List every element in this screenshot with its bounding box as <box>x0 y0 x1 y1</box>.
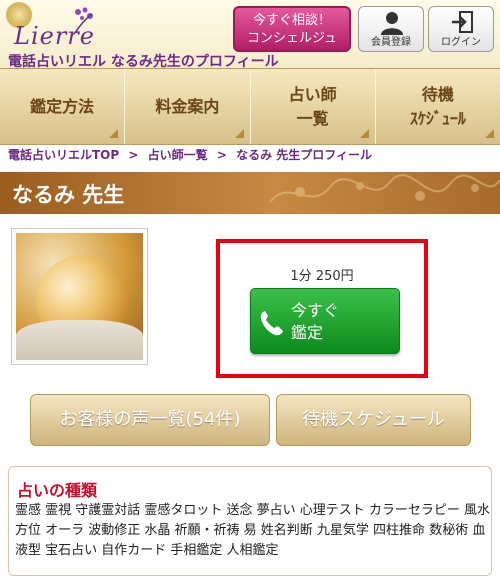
price-per-minute: 1分 250円 <box>290 269 354 284</box>
crystal-ball-image <box>16 233 143 360</box>
schedule-button[interactable]: 待機スケジュール <box>276 394 471 446</box>
corner-arrow-icon <box>359 129 369 138</box>
register-button[interactable]: 会員登録 <box>358 6 424 52</box>
reviews-button[interactable]: お客様の声一覧(54件) <box>30 394 270 446</box>
register-label: 会員登録 <box>371 37 411 48</box>
nav-item-fortune-tellers[interactable]: 占い師 一覧 <box>251 69 376 144</box>
phone-icon <box>260 311 283 336</box>
breadcrumb-separator: > <box>128 148 139 162</box>
call-highlight-box: 1分 250円 今すぐ 鑑定 <box>216 239 428 378</box>
nav-item-method[interactable]: 鑑定方法 <box>0 69 126 144</box>
nav-item-schedule[interactable]: 待機 ｽｹｼﾞｭｰﾙ <box>376 69 500 144</box>
call-now-label: 今すぐ 鑑定 <box>291 301 340 342</box>
fortune-types-list: 霊感 霊視 守護霊対話 霊感タロット 送念 夢占い 心理テスト カラーセラピー … <box>15 503 491 558</box>
corner-arrow-icon <box>109 129 119 138</box>
login-label: ログイン <box>441 37 481 48</box>
concierge-consult-button[interactable]: 今すぐ相談！ コンシェルジュ <box>233 6 351 52</box>
site-header: Lierre 電話占いリエル なるみ先生のプロフィール 今すぐ相談！ コンシェル… <box>0 0 500 70</box>
floral-pattern-icon <box>269 174 500 203</box>
main-nav: 鑑定方法 料金案内 占い師 一覧 待機 ｽｹｼﾞｭｰﾙ <box>0 68 500 145</box>
login-button[interactable]: ログイン <box>428 6 494 52</box>
corner-arrow-icon <box>234 129 244 138</box>
nav-item-pricing[interactable]: 料金案内 <box>125 69 251 144</box>
fortune-teller-name: なるみ 先生 <box>12 183 125 207</box>
cloth <box>16 320 143 360</box>
nav-label: 鑑定方法 <box>30 96 95 116</box>
breadcrumb: 電話占いリエルTOP > 占い師一覧 > なるみ 先生プロフィール <box>8 146 372 163</box>
breadcrumb-current[interactable]: なるみ 先生プロフィール <box>236 148 372 162</box>
profile-photo <box>11 228 148 365</box>
flower-decoration-icon <box>73 7 93 35</box>
consult-line-1: 今すぐ相談！ <box>252 13 331 28</box>
corner-arrow-icon <box>485 129 494 138</box>
nav-label: 待機 ｽｹｼﾞｭｰﾙ <box>409 84 466 128</box>
fortune-types-title: 占いの種類 <box>17 481 98 500</box>
breadcrumb-link-top[interactable]: 電話占いリエルTOP <box>8 148 119 162</box>
breadcrumb-link-list[interactable]: 占い師一覧 <box>148 148 208 162</box>
nav-label: 料金案内 <box>155 96 220 116</box>
nav-label: 占い師 一覧 <box>288 84 337 128</box>
profile-name-banner: なるみ 先生 <box>0 172 500 214</box>
breadcrumb-separator: > <box>216 148 227 162</box>
fortune-types-panel: 占いの種類 霊感 霊視 守護霊対話 霊感タロット 送念 夢占い 心理テスト カラ… <box>8 466 492 576</box>
call-now-button[interactable]: 今すぐ 鑑定 <box>250 288 400 354</box>
consult-line-2: コンシェルジュ <box>246 31 338 46</box>
